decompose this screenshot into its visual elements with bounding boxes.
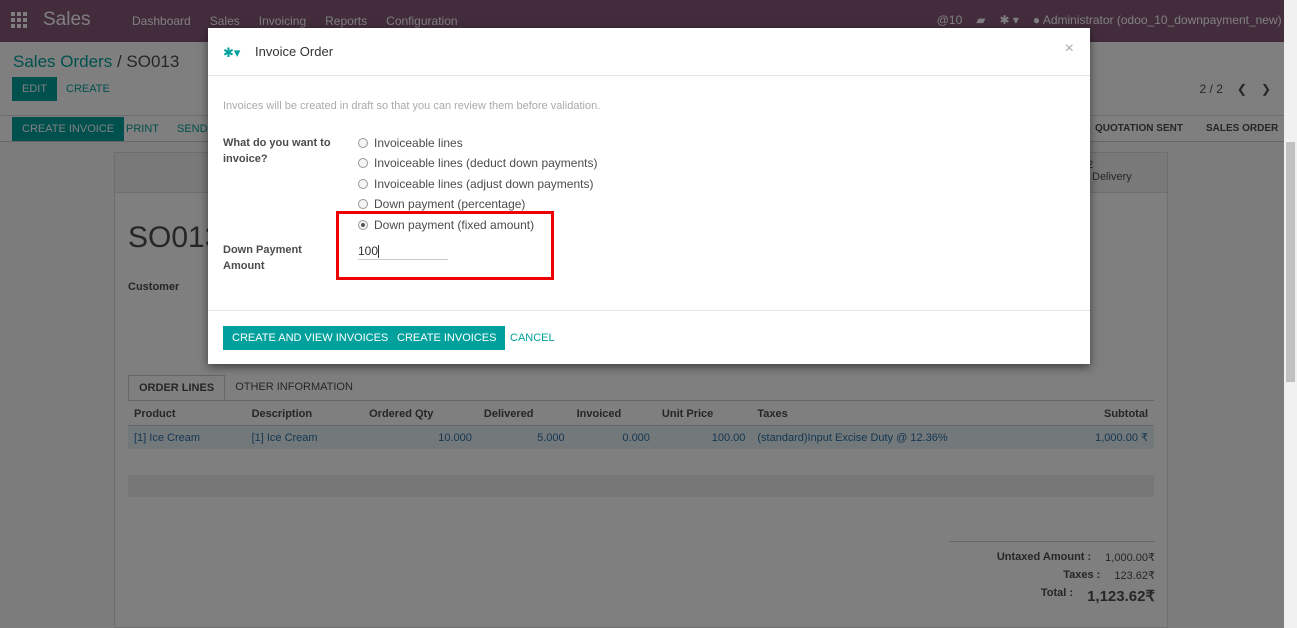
radio-invoiceable-lines[interactable]: Invoiceable lines bbox=[358, 136, 463, 150]
radio-adjust-down-payments[interactable]: Invoiceable lines (adjust down payments) bbox=[358, 177, 593, 191]
scrollbar-thumb[interactable] bbox=[1286, 142, 1295, 382]
radio-label: Invoiceable lines bbox=[374, 136, 463, 150]
radio-button[interactable] bbox=[358, 179, 368, 189]
radio-down-payment-percentage[interactable]: Down payment (percentage) bbox=[358, 197, 525, 211]
radio-label: Invoiceable lines (adjust down payments) bbox=[374, 177, 594, 191]
radio-label: Down payment (percentage) bbox=[374, 197, 526, 211]
dialog-note: Invoices will be created in draft so tha… bbox=[223, 100, 601, 112]
radio-button[interactable] bbox=[358, 199, 368, 209]
create-and-view-invoices-button[interactable]: CREATE AND VIEW INVOICES bbox=[223, 326, 398, 350]
close-icon[interactable]: × bbox=[1065, 40, 1074, 58]
radio-deduct-down-payments[interactable]: Invoiceable lines (deduct down payments) bbox=[358, 156, 597, 170]
invoice-option-label: What do you want to invoice? bbox=[223, 137, 331, 165]
create-invoices-button[interactable]: CREATE INVOICES bbox=[388, 326, 506, 350]
radio-label: Invoiceable lines (deduct down payments) bbox=[374, 156, 598, 170]
dialog-header: ✱▾ Invoice Order × bbox=[208, 28, 1090, 76]
radio-button[interactable] bbox=[358, 138, 368, 148]
debug-bug-icon[interactable]: ✱▾ bbox=[223, 45, 240, 60]
down-payment-amount-label: Down Payment Amount bbox=[223, 244, 302, 272]
page-scrollbar[interactable] bbox=[1284, 0, 1297, 628]
invoice-order-dialog: ✱▾ Invoice Order × Invoices will be crea… bbox=[208, 28, 1090, 364]
radio-button[interactable] bbox=[358, 158, 368, 168]
highlight-box bbox=[336, 211, 554, 280]
dialog-title: Invoice Order bbox=[255, 44, 334, 59]
cancel-button[interactable]: CANCEL bbox=[510, 332, 555, 344]
